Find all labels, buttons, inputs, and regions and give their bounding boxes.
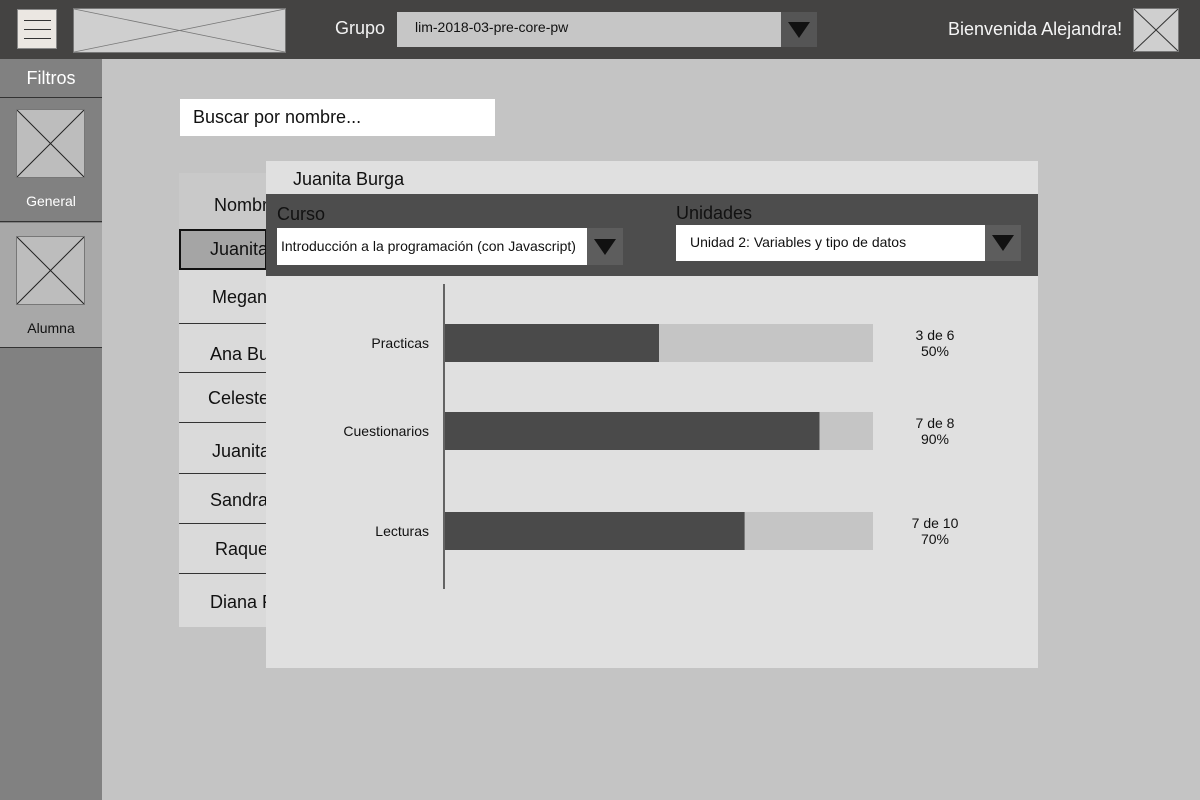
bar-fill: [445, 512, 745, 550]
bar-fill: [445, 324, 659, 362]
student-list: Nombr Juanita Megan Ana Bu Celeste Juani…: [179, 173, 267, 627]
list-item[interactable]: Raque: [179, 524, 267, 574]
list-item-label: Raque: [215, 539, 267, 559]
list-item-label: Diana F: [210, 592, 267, 612]
list-item[interactable]: Celeste: [179, 373, 267, 423]
filters-title: Filtros: [0, 59, 102, 98]
list-item-label: Juanita: [210, 239, 267, 259]
list-item-label: Sandra: [210, 490, 267, 510]
course-select[interactable]: Introducción a la programación (con Java…: [277, 228, 623, 265]
bar-fill: [445, 412, 820, 450]
image-placeholder-icon: [16, 109, 85, 178]
progress-percent: 90%: [921, 431, 949, 447]
top-bar: Grupo lim-2018-03-pre-core-pw Bienvenida…: [0, 0, 1200, 59]
group-label: Grupo: [335, 18, 386, 38]
chevron-down-icon[interactable]: [781, 12, 817, 47]
list-item-label: Megan: [212, 287, 267, 307]
chevron-down-icon[interactable]: [985, 225, 1021, 261]
group-select-value: lim-2018-03-pre-core-pw: [415, 19, 569, 35]
units-select[interactable]: Unidad 2: Variables y tipo de datos: [676, 225, 1021, 261]
progress-count: 7 de 10: [912, 515, 959, 531]
welcome-message: Bienvenida Alejandra!: [948, 19, 1123, 39]
category-label: Lecturas: [375, 523, 429, 539]
list-item[interactable]: Juanita: [179, 229, 267, 270]
progress-percent: 50%: [921, 343, 949, 359]
list-header: Nombr: [179, 173, 267, 229]
filters-sidebar: Filtros General Alumna: [0, 59, 102, 800]
sidebar-item-label: General: [26, 193, 76, 209]
progress-count: 3 de 6: [916, 327, 955, 343]
progress-count: 7 de 8: [916, 415, 955, 431]
list-item[interactable]: Sandra: [179, 474, 267, 524]
list-item-label: Celeste: [208, 388, 267, 408]
progress-chart: Practicas 3 de 650% Cuestionarios 7 de 890%…: [343, 284, 959, 589]
group-select[interactable]: lim-2018-03-pre-core-pw: [397, 12, 817, 47]
list-item[interactable]: Ana Bu: [179, 324, 267, 373]
units-select-value: Unidad 2: Variables y tipo de datos: [690, 234, 907, 250]
progress-percent: 70%: [921, 531, 949, 547]
sidebar-item-alumna[interactable]: Alumna: [0, 223, 102, 348]
list-item[interactable]: Megan: [179, 270, 267, 324]
search-input[interactable]: [180, 99, 495, 136]
list-item[interactable]: Juanita: [179, 423, 267, 474]
avatar-icon[interactable]: [1133, 8, 1179, 52]
chevron-down-icon[interactable]: [587, 228, 623, 265]
list-item-label: Juanita: [212, 441, 267, 461]
student-detail-panel: Juanita Burga Curso Unidades Introducció…: [266, 161, 1038, 668]
list-header-label: Nombr: [214, 195, 267, 215]
list-item-label: Ana Bu: [210, 344, 267, 364]
student-name: Juanita Burga: [293, 169, 405, 189]
hamburger-menu-icon[interactable]: [17, 9, 57, 49]
category-label: Practicas: [371, 335, 429, 351]
image-placeholder-icon: [16, 236, 85, 305]
sidebar-item-label: Alumna: [27, 320, 75, 336]
course-label: Curso: [277, 204, 326, 224]
logo-placeholder-icon: [73, 8, 286, 53]
sidebar-item-general[interactable]: General: [0, 98, 102, 222]
filter-band: Curso Unidades Introducción a la program…: [266, 194, 1038, 276]
course-select-value: Introducción a la programación (con Java…: [281, 238, 576, 254]
list-item[interactable]: Diana F: [179, 574, 267, 627]
category-label: Cuestionarios: [343, 423, 429, 439]
units-label: Unidades: [676, 203, 753, 223]
